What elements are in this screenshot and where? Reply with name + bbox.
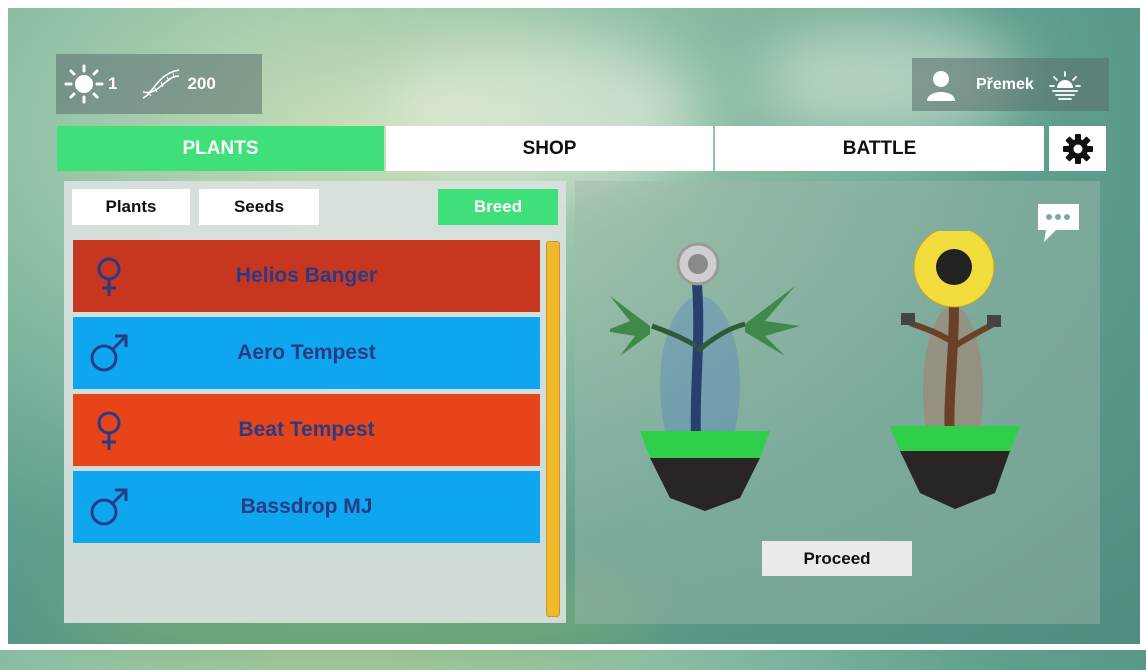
breed-preview-panel: Proceed [575,181,1100,624]
dna-value: 200 [187,74,216,93]
user-badge[interactable]: Přemek [912,58,1109,111]
sun-resource: 1 [64,64,117,104]
dna-resource: 200 [139,66,216,102]
settings-button[interactable] [1049,126,1106,171]
plant-name: Beat Tempest [238,418,375,441]
plant-name: Aero Tempest [237,341,376,364]
tab-plants[interactable]: PLANTS [57,126,384,171]
plant-name: Helios Banger [235,264,378,287]
sun-icon [64,64,104,104]
main-tabs: PLANTS SHOP BATTLE [57,126,1046,171]
proceed-button[interactable]: Proceed [762,541,912,576]
user-icon [927,70,955,101]
frame-border [0,644,1146,650]
plant-list-item[interactable]: Helios Banger [73,240,540,312]
list-scrollbar[interactable] [546,241,560,617]
plant-name: Bassdrop MJ [240,495,373,518]
plant-list-item[interactable]: Beat Tempest [73,394,540,466]
parent-plant-right [890,231,1020,509]
frame-border [0,0,8,650]
subtab-breed[interactable]: Breed [438,189,558,225]
parent-plant-left [610,242,800,511]
resources-bar: 1 200 [56,54,262,114]
sunset-icon [1048,70,1081,100]
tab-shop[interactable]: SHOP [386,126,713,171]
frame-border [1140,0,1146,650]
frame-border [0,0,1146,8]
subtab-plants[interactable]: Plants [72,189,190,225]
plant-list-panel: Plants Seeds Breed Helios Banger Aero Te… [64,181,566,623]
sun-value: 1 [108,74,118,93]
plant-list-item[interactable]: Aero Tempest [73,317,540,389]
subtab-seeds[interactable]: Seeds [199,189,319,225]
dna-icon [143,69,180,99]
plant-list-item[interactable]: Bassdrop MJ [73,471,540,543]
tab-battle[interactable]: BATTLE [715,126,1044,171]
gear-icon [1062,133,1093,164]
user-name: Přemek [976,75,1034,93]
